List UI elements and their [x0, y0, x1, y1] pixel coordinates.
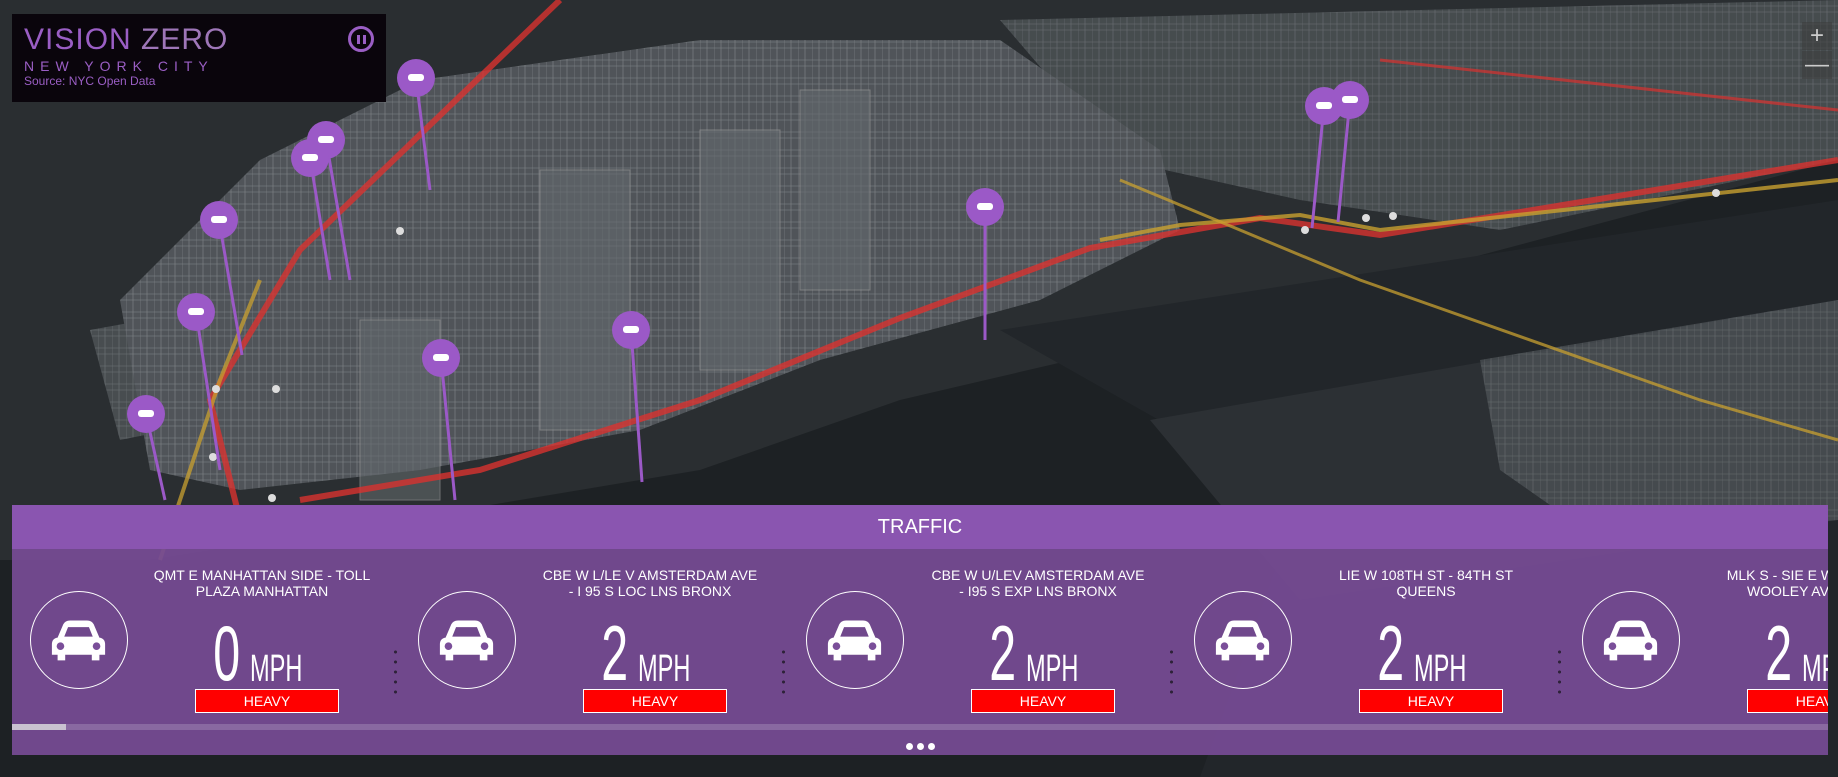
- card-separator: [1170, 647, 1173, 699]
- traffic-card[interactable]: CBE W L/LE V AMSTERDAM AVE - I 95 S LOC …: [400, 549, 788, 729]
- traffic-card[interactable]: MLK S - SIE E WALKER ST WOOLEY AVENUE S …: [1564, 549, 1828, 729]
- traffic-status-badge: HEAVY: [1747, 689, 1828, 713]
- card-separator: [1558, 647, 1561, 699]
- carousel-progress-bar[interactable]: [12, 724, 1828, 730]
- traffic-card[interactable]: QMT E MANHATTAN SIDE - TOLL PLAZA MANHAT…: [12, 549, 400, 729]
- pagination-dots[interactable]: [12, 737, 1828, 755]
- road-segment-name: QMT E MANHATTAN SIDE - TOLL PLAZA MANHAT…: [153, 567, 371, 599]
- speed-readout: 2MPH: [540, 609, 760, 697]
- traffic-status-badge: HEAVY: [583, 689, 727, 713]
- speed-readout: 2MPH: [1316, 609, 1536, 697]
- traffic-status-badge: HEAVY: [971, 689, 1115, 713]
- speed-value: 2: [1377, 609, 1405, 697]
- zoom-in-button[interactable]: +: [1802, 22, 1832, 50]
- speed-unit: MPH: [250, 648, 303, 690]
- app-title: VISION ZERO: [24, 23, 229, 56]
- road-segment-name: MLK S - SIE E WALKER ST WOOLEY AVENUE S: [1726, 567, 1828, 599]
- traffic-status-badge: HEAVY: [1359, 689, 1503, 713]
- traffic-carousel[interactable]: QMT E MANHATTAN SIDE - TOLL PLAZA MANHAT…: [12, 549, 1828, 729]
- progress-fill: [12, 724, 67, 730]
- traffic-card[interactable]: LIE W 108TH ST - 84TH ST QUEENS 2 MPH HEA…: [1176, 549, 1564, 729]
- card-separator: [782, 647, 785, 699]
- speed-readout: 2MPH: [928, 609, 1148, 697]
- car-icon: [418, 591, 516, 689]
- page-dot[interactable]: [927, 743, 935, 750]
- speed-value: 2: [601, 609, 629, 697]
- speed-value: 2: [1765, 609, 1793, 697]
- speed-readout: 2 MPH: [1704, 609, 1828, 697]
- card-separator: [394, 647, 397, 699]
- speed-value: 0: [213, 609, 241, 697]
- pause-icon: [356, 34, 360, 44]
- panel-title: TRAFFIC: [12, 505, 1828, 549]
- road-segment-name: LIE W 108TH ST - 84TH ST QUEENS: [1338, 567, 1513, 599]
- traffic-status-badge: HEAVY: [195, 689, 339, 713]
- speed-unit: MPH: [1414, 648, 1467, 690]
- app-subtitle: NEW YORK CITY: [24, 58, 214, 74]
- road-segment-name: CBE W L/LE V AMSTERDAM AVE - I 95 S LOC …: [542, 567, 758, 599]
- traffic-card[interactable]: CBE W U/LEV AMSTERDAM AVE - I95 S EXP LN…: [788, 549, 1176, 729]
- zoom-controls: + —: [1802, 22, 1832, 80]
- page-dot[interactable]: [916, 743, 924, 750]
- traffic-panel: TRAFFIC QMT E MANHATTAN SIDE - TOLL PLAZ…: [12, 505, 1828, 755]
- zoom-out-button[interactable]: —: [1802, 51, 1832, 79]
- speed-unit: MPH: [1026, 648, 1079, 690]
- pause-button[interactable]: [348, 26, 374, 52]
- speed-value: 2: [989, 609, 1017, 697]
- speed-unit: MPH: [638, 648, 691, 690]
- speed-unit: MPH: [1802, 648, 1828, 690]
- speed-readout: 0 MPH: [152, 609, 372, 697]
- data-source: Source: NYC Open Data: [24, 74, 156, 88]
- page-dot[interactable]: [905, 743, 913, 750]
- car-icon: [30, 591, 128, 689]
- car-icon: [1194, 591, 1292, 689]
- road-segment-name: CBE W U/LEV AMSTERDAM AVE - I95 S EXP LN…: [931, 567, 1145, 599]
- car-icon: [806, 591, 904, 689]
- title-box: VISION ZERO NEW YORK CITY Source: NYC Op…: [12, 14, 386, 102]
- car-icon: [1582, 591, 1680, 689]
